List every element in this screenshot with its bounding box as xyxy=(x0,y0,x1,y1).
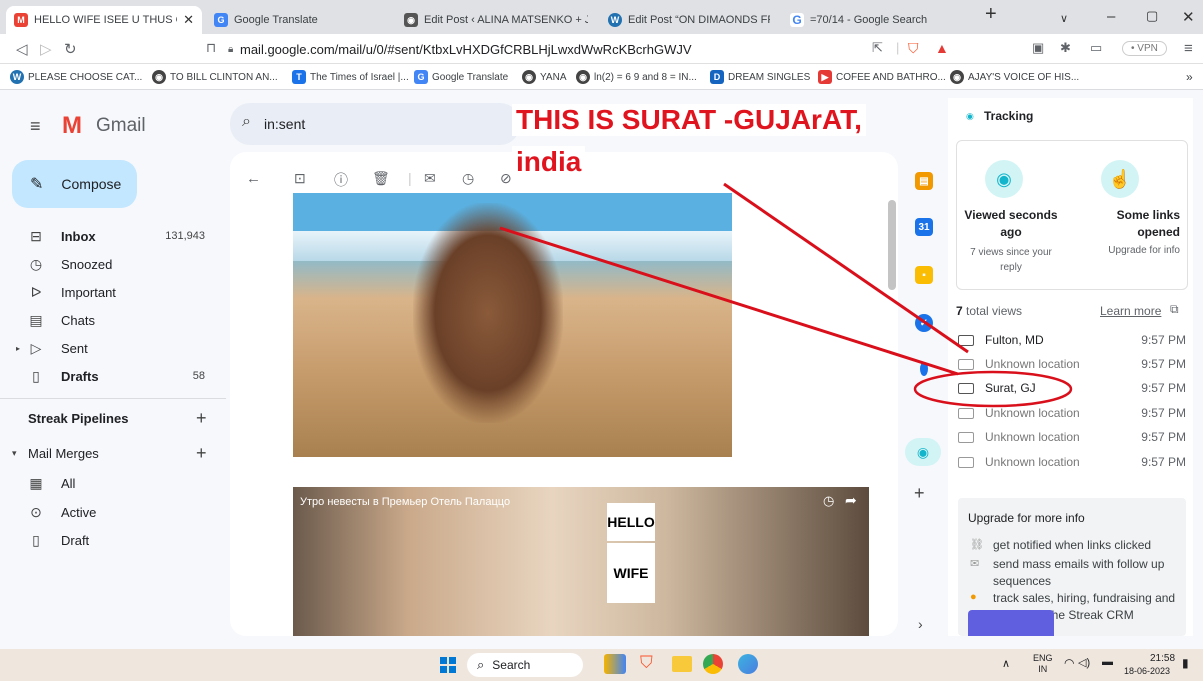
taskbar-search-label: Search xyxy=(492,658,531,672)
brave-browser-icon[interactable]: ⛉ xyxy=(640,653,653,673)
clock-time[interactable]: 21:58 xyxy=(1150,653,1175,664)
chrome-icon[interactable] xyxy=(703,654,723,674)
annotation-arrow-line xyxy=(499,226,959,376)
windows-start-icon[interactable] xyxy=(440,657,456,673)
notification-icon[interactable]: ▮ xyxy=(1182,656,1189,670)
tray-chevron-icon[interactable]: ∧ xyxy=(1002,657,1010,670)
annotation-overlay xyxy=(499,182,1073,408)
clock-date[interactable]: 18-06-2023 xyxy=(1124,666,1170,676)
windows-taskbar: ⌕ Search ⛉ ∧ ENG IN ◠ ◁) ▬ 21:58 18-06-20… xyxy=(0,649,1203,681)
language-indicator[interactable]: ENG IN xyxy=(1033,653,1053,675)
widgets-icon[interactable] xyxy=(604,654,626,674)
wifi-icon[interactable]: ◠ xyxy=(1064,656,1074,670)
taskbar-search[interactable]: ⌕ Search xyxy=(467,653,583,677)
edge-icon[interactable] xyxy=(738,654,758,674)
language-code: ENG xyxy=(1033,653,1053,663)
search-icon: ⌕ xyxy=(477,657,485,672)
volume-icon[interactable]: ◁) xyxy=(1078,656,1090,669)
annotation-arrow-line xyxy=(723,182,969,354)
file-explorer-icon[interactable] xyxy=(672,656,692,672)
battery-icon[interactable]: ▬ xyxy=(1102,656,1113,668)
region-code: IN xyxy=(1038,664,1048,674)
annotation-ellipse xyxy=(913,370,1073,408)
